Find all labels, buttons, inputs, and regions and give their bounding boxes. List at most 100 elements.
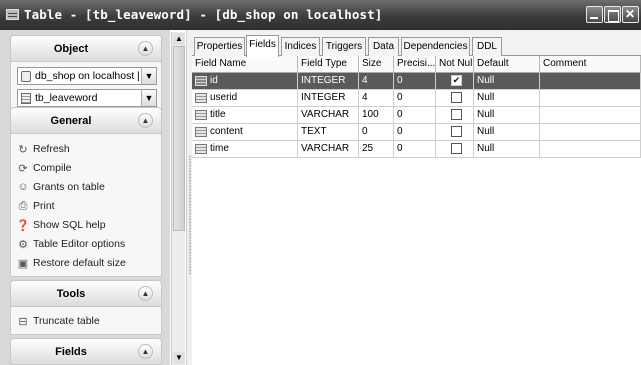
comment-cell[interactable] <box>540 107 641 123</box>
restore-size-label: Restore default size <box>33 257 126 269</box>
default-cell[interactable]: Null <box>474 90 540 106</box>
column-header-comment[interactable]: Comment <box>540 56 641 73</box>
refresh-action[interactable]: ↻ Refresh <box>16 140 70 158</box>
collapse-chevron-icon[interactable]: ▲ <box>138 41 153 56</box>
refresh-icon: ↻ <box>18 143 28 156</box>
tab-fields[interactable]: Fields <box>246 35 279 57</box>
size-cell[interactable]: 25 <box>359 141 394 157</box>
grants-label: Grants on table <box>33 181 105 193</box>
field-name: title <box>210 109 226 120</box>
not-null-checkbox[interactable] <box>451 92 462 103</box>
not-null-cell <box>436 90 474 106</box>
navigation-scrollbar[interactable]: ▲ ▼ <box>171 32 185 365</box>
tools-panel-header[interactable]: Tools ▲ <box>11 281 161 307</box>
default-cell[interactable]: Null <box>474 107 540 123</box>
fields-panel-header[interactable]: Fields ▲ <box>11 339 161 365</box>
comment-cell[interactable] <box>540 141 641 157</box>
print-action[interactable]: ⎙ Print <box>16 197 55 215</box>
field-type-cell[interactable]: TEXT <box>298 124 359 140</box>
minimize-button[interactable] <box>586 6 603 23</box>
comment-cell[interactable] <box>540 90 641 106</box>
field-type-cell[interactable]: INTEGER <box>298 90 359 106</box>
object-panel-header[interactable]: Object ▲ <box>11 36 161 62</box>
collapse-chevron-icon[interactable]: ▲ <box>138 113 153 128</box>
table-row[interactable]: content TEXT 0 0 Null <box>192 124 641 141</box>
not-null-cell <box>436 124 474 140</box>
close-button[interactable] <box>622 6 639 23</box>
default-cell[interactable]: Null <box>474 73 540 89</box>
tab-ddl[interactable]: DDL <box>472 37 502 56</box>
editor-options-action[interactable]: ⚙ Table Editor options <box>16 235 125 253</box>
tab-dependencies[interactable]: Dependencies <box>401 37 470 56</box>
default-cell[interactable]: Null <box>474 124 540 140</box>
column-header-field-name[interactable]: Field Name <box>192 56 298 73</box>
size-cell[interactable]: 4 <box>359 90 394 106</box>
field-name: content <box>210 126 243 137</box>
comment-cell[interactable] <box>540 124 641 140</box>
not-null-checkbox[interactable]: ✔ <box>451 75 462 86</box>
table-select[interactable]: tb_leaveword ▼ <box>17 89 157 107</box>
precision-cell[interactable]: 0 <box>394 73 436 89</box>
object-panel: Object ▲ db_shop on localhost [ ▼ tb_lea… <box>10 35 162 111</box>
not-null-checkbox[interactable] <box>451 109 462 120</box>
column-header-default[interactable]: Default <box>474 56 540 73</box>
general-panel-header[interactable]: General ▲ <box>11 108 161 134</box>
collapse-chevron-icon[interactable]: ▲ <box>138 286 153 301</box>
field-row-icon <box>195 110 207 120</box>
field-type-cell[interactable]: INTEGER <box>298 73 359 89</box>
tab-properties[interactable]: Properties <box>194 37 245 56</box>
column-header-size[interactable]: Size <box>359 56 394 73</box>
field-name: time <box>210 143 229 154</box>
field-name-cell[interactable]: content <box>192 124 298 140</box>
precision-cell[interactable]: 0 <box>394 124 436 140</box>
precision-cell[interactable]: 0 <box>394 107 436 123</box>
field-name-cell[interactable]: id <box>192 73 298 89</box>
field-name-cell[interactable]: userid <box>192 90 298 106</box>
tab-data[interactable]: Data <box>368 37 399 56</box>
truncate-label: Truncate table <box>33 315 100 327</box>
scroll-down-icon[interactable]: ▼ <box>173 352 185 364</box>
table-row[interactable]: title VARCHAR 100 0 Null <box>192 107 641 124</box>
restore-size-action[interactable]: ▣ Restore default size <box>16 254 126 272</box>
column-header-field-type[interactable]: Field Type <box>298 56 359 73</box>
collapse-chevron-icon[interactable]: ▲ <box>138 344 153 359</box>
not-null-cell <box>436 141 474 157</box>
field-type-cell[interactable]: VARCHAR <box>298 141 359 157</box>
precision-cell[interactable]: 0 <box>394 141 436 157</box>
comment-cell[interactable] <box>540 73 641 89</box>
field-row-icon <box>195 76 207 86</box>
title-bar[interactable]: Table - [tb_leaveword] - [db_shop on loc… <box>0 0 641 30</box>
size-cell[interactable]: 0 <box>359 124 394 140</box>
maximize-button[interactable] <box>604 6 621 23</box>
not-null-checkbox[interactable] <box>451 126 462 137</box>
truncate-action[interactable]: ⊟ Truncate table <box>16 312 100 330</box>
editor-options-label: Table Editor options <box>33 238 126 250</box>
refresh-label: Refresh <box>33 143 70 155</box>
default-cell[interactable]: Null <box>474 141 540 157</box>
database-select[interactable]: db_shop on localhost [ ▼ <box>17 67 157 85</box>
scrollbar-thumb[interactable] <box>173 46 185 231</box>
precision-cell[interactable]: 0 <box>394 90 436 106</box>
scroll-up-icon[interactable]: ▲ <box>173 33 185 45</box>
column-header-precision[interactable]: Precisi... <box>394 56 436 73</box>
dropdown-arrow-icon[interactable]: ▼ <box>141 90 156 106</box>
splitter-grip <box>189 155 191 275</box>
truncate-icon: ⊟ <box>18 315 28 328</box>
table-row[interactable]: id INTEGER 4 0 ✔ Null <box>192 73 641 90</box>
not-null-checkbox[interactable] <box>451 143 462 154</box>
dropdown-arrow-icon[interactable]: ▼ <box>141 68 156 84</box>
field-name-cell[interactable]: title <box>192 107 298 123</box>
table-row[interactable]: time VARCHAR 25 0 Null <box>192 141 641 158</box>
size-cell[interactable]: 100 <box>359 107 394 123</box>
tab-indices[interactable]: Indices <box>281 37 320 56</box>
restore-size-icon: ▣ <box>17 257 29 270</box>
field-type-cell[interactable]: VARCHAR <box>298 107 359 123</box>
compile-action[interactable]: ⟳ Compile <box>16 159 71 177</box>
table-row[interactable]: userid INTEGER 4 0 Null <box>192 90 641 107</box>
column-header-not-null[interactable]: Not Null <box>436 56 474 73</box>
sql-help-action[interactable]: ❓ Show SQL help <box>16 216 105 234</box>
tab-triggers[interactable]: Triggers <box>322 37 366 56</box>
size-cell[interactable]: 4 <box>359 73 394 89</box>
grants-action[interactable]: ☺ Grants on table <box>16 178 105 196</box>
field-name-cell[interactable]: time <box>192 141 298 157</box>
